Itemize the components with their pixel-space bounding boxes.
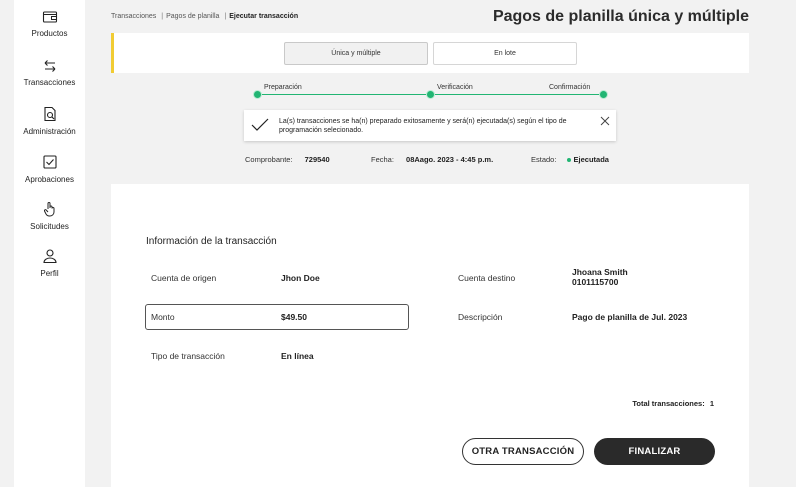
origin-account-label: Cuenta de origen (151, 273, 217, 283)
amount-label: Monto (151, 312, 175, 322)
comprobante-label: Comprobante: (245, 155, 293, 164)
total-value: 1 (709, 399, 714, 408)
sidebar-item-perfil[interactable]: Perfil (14, 248, 85, 278)
amount-value: $49.50 (281, 312, 307, 322)
step-dot-confirmacion (599, 90, 608, 99)
step-label-verificacion: Verificación (437, 84, 473, 91)
finish-button[interactable]: FINALIZAR (594, 438, 715, 465)
fecha-label: Fecha: (371, 155, 394, 164)
sidebar-item-aprobaciones[interactable]: Aprobaciones (14, 154, 85, 184)
destination-account-label: Cuenta destino (458, 273, 516, 283)
destination-account-name: Jhoana Smith (572, 267, 628, 277)
sidebar-item-transacciones[interactable]: Transacciones (14, 59, 85, 87)
checkmark-icon (251, 118, 269, 131)
breadcrumb: Transacciones | Pagos de planilla | Ejecutar… (111, 13, 299, 20)
sidebar-item-productos[interactable]: Productos (14, 10, 85, 38)
destination-account-number: 0101115700 (572, 277, 619, 287)
origin-account-value: Jhon Doe (281, 273, 320, 283)
sidebar-item-solicitudes[interactable]: Solicitudes (14, 201, 85, 231)
user-icon (42, 249, 57, 264)
sidebar-item-label: Solicitudes (30, 222, 69, 231)
breadcrumb-current: Ejecutar transacción (229, 13, 299, 20)
step-label-preparacion: Preparación (264, 84, 302, 91)
transaction-type-label: Tipo de transacción (151, 351, 225, 361)
total-transactions: Total transacciones: 1 (632, 399, 714, 408)
sidebar-item-label: Transacciones (23, 78, 76, 87)
breadcrumb-link-transacciones[interactable]: Transacciones (111, 13, 156, 20)
success-alert: La(s) transacciones se ha(n) preparado e… (244, 110, 616, 141)
section-title: Información de la transacción (146, 236, 277, 247)
comprobante-value: 729540 (304, 155, 330, 164)
summary-estado: Estado: Ejecutada (531, 155, 609, 164)
document-search-icon (43, 106, 56, 122)
wallet-icon (42, 11, 57, 23)
close-icon[interactable] (600, 116, 610, 126)
description-value: Pago de planilla de Jul. 2023 (572, 312, 688, 322)
summary-comprobante: Comprobante: 729540 (245, 155, 330, 164)
alert-message: La(s) transacciones se ha(n) preparado e… (279, 118, 567, 134)
breadcrumb-link-pagos-de-planilla[interactable]: Pagos de planilla (166, 13, 219, 20)
other-transaction-button[interactable]: OTRA TRANSACCIÓN (462, 438, 584, 465)
sidebar-item-label: Productos (31, 29, 68, 38)
progress-stepper: Preparación Verificación Confirmación (251, 84, 611, 104)
description-label: Descripción (458, 312, 503, 322)
tab-en-lote[interactable]: En lote (433, 42, 577, 65)
sidebar-item-administracion[interactable]: Administración (14, 106, 85, 136)
sidebar: Productos Transacciones Administración A… (14, 0, 85, 487)
total-label: Total transacciones: (632, 399, 705, 408)
transaction-type-value: En línea (281, 351, 314, 361)
fecha-value: 08Aago. 2023 - 4:45 p.m. (406, 155, 494, 164)
tab-bar: Única y múltiple En lote (111, 33, 749, 73)
status-dot (566, 158, 571, 163)
checkbox-icon (42, 155, 57, 169)
step-dot-preparacion (253, 90, 262, 99)
tab-unica-y-multiple[interactable]: Única y múltiple (284, 42, 428, 65)
step-label-confirmacion: Confirmación (549, 84, 591, 91)
sidebar-item-label: Perfil (40, 269, 59, 278)
status-badge: Ejecutada (573, 155, 609, 164)
page-title: Pagos de planilla única y múltiple (492, 8, 749, 25)
estado-label: Estado: (531, 155, 557, 164)
sidebar-item-label: Aprobaciones (25, 175, 74, 184)
transfer-arrows-icon (44, 60, 55, 72)
step-dot-verificacion (426, 90, 435, 99)
hand-pointer-icon (43, 202, 54, 217)
amount-field[interactable] (145, 304, 409, 330)
transaction-card: Información de la transacción Cuenta de … (111, 184, 749, 487)
sidebar-item-label: Administración (23, 127, 76, 136)
summary-fecha: Fecha: 08Aago. 2023 - 4:45 p.m. (371, 155, 493, 164)
